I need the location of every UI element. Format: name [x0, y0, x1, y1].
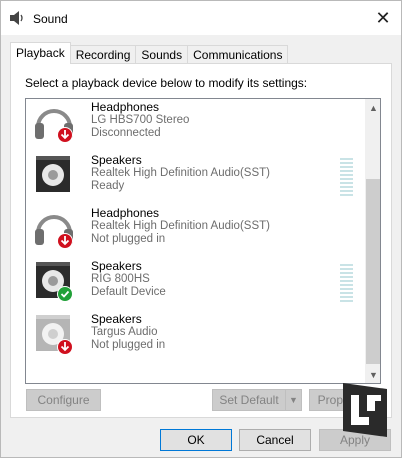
instruction-text: Select a playback device below to modify… [25, 76, 308, 90]
tab-strip: Playback Recording Sounds Communications [10, 42, 289, 64]
list-item[interactable]: Speakers Targus Audio Not plugged in [26, 305, 364, 358]
device-name: Speakers [91, 153, 142, 167]
tab-communications[interactable]: Communications [187, 45, 289, 64]
set-default-button[interactable]: Set Default [212, 389, 286, 411]
list-item[interactable]: Headphones LG HBS700 Stereo Disconnected [26, 99, 364, 146]
cancel-button[interactable]: Cancel [239, 429, 311, 451]
close-icon: ✕ [375, 7, 391, 28]
device-name: Speakers [91, 312, 142, 326]
device-model: Realtek High Definition Audio(SST) [91, 220, 270, 232]
vertical-scrollbar[interactable]: ▲ ▼ [365, 99, 380, 383]
sound-dialog: Sound ✕ Playback Recording Sounds Commun… [0, 0, 402, 458]
device-status: Not plugged in [91, 339, 166, 351]
list-item[interactable]: Speakers Realtek High Definition Audio(S… [26, 146, 364, 199]
device-status: Ready [91, 180, 125, 192]
list-item[interactable]: Speakers RIG 800HS Default Device [26, 252, 364, 305]
level-meter [340, 264, 353, 304]
device-model: Targus Audio [91, 326, 158, 338]
scroll-up-button[interactable]: ▲ [365, 99, 380, 116]
window-title: Sound [33, 12, 68, 26]
tab-recording[interactable]: Recording [69, 45, 137, 64]
device-list[interactable]: Headphones LG HBS700 Stereo Disconnected [25, 98, 381, 384]
close-button[interactable]: ✕ [367, 3, 399, 33]
device-status: Not plugged in [91, 233, 166, 245]
ok-button[interactable]: OK [160, 429, 232, 451]
chevron-down-icon: ▼ [369, 369, 378, 380]
speaker-icon [32, 311, 76, 355]
device-model: RIG 800HS [91, 273, 150, 285]
title-bar: Sound ✕ [1, 1, 401, 35]
chevron-up-icon: ▲ [369, 102, 378, 113]
scrollbar-thumb[interactable] [366, 179, 380, 364]
device-name: Headphones [91, 100, 160, 114]
set-default-dropdown[interactable]: ▼ [285, 389, 302, 411]
speaker-icon [32, 152, 76, 196]
tab-playback[interactable]: Playback [10, 42, 71, 64]
list-item[interactable]: Headphones Realtek High Definition Audio… [26, 199, 364, 252]
headphones-icon [32, 99, 76, 143]
device-model: Realtek High Definition Audio(SST) [91, 167, 270, 179]
device-name: Speakers [91, 259, 142, 273]
configure-button[interactable]: Configure [26, 389, 101, 411]
headphones-icon [32, 205, 76, 249]
watermark-logo-icon [337, 379, 393, 441]
tab-sounds[interactable]: Sounds [135, 45, 189, 64]
playback-panel: Select a playback device below to modify… [10, 63, 392, 418]
device-status: Disconnected [91, 127, 161, 139]
level-meter [340, 158, 353, 198]
speaker-icon [9, 10, 25, 26]
speaker-icon [32, 258, 76, 302]
device-model: LG HBS700 Stereo [91, 114, 190, 126]
device-name: Headphones [91, 206, 160, 220]
chevron-down-icon: ▼ [289, 395, 298, 405]
device-status: Default Device [91, 286, 166, 298]
